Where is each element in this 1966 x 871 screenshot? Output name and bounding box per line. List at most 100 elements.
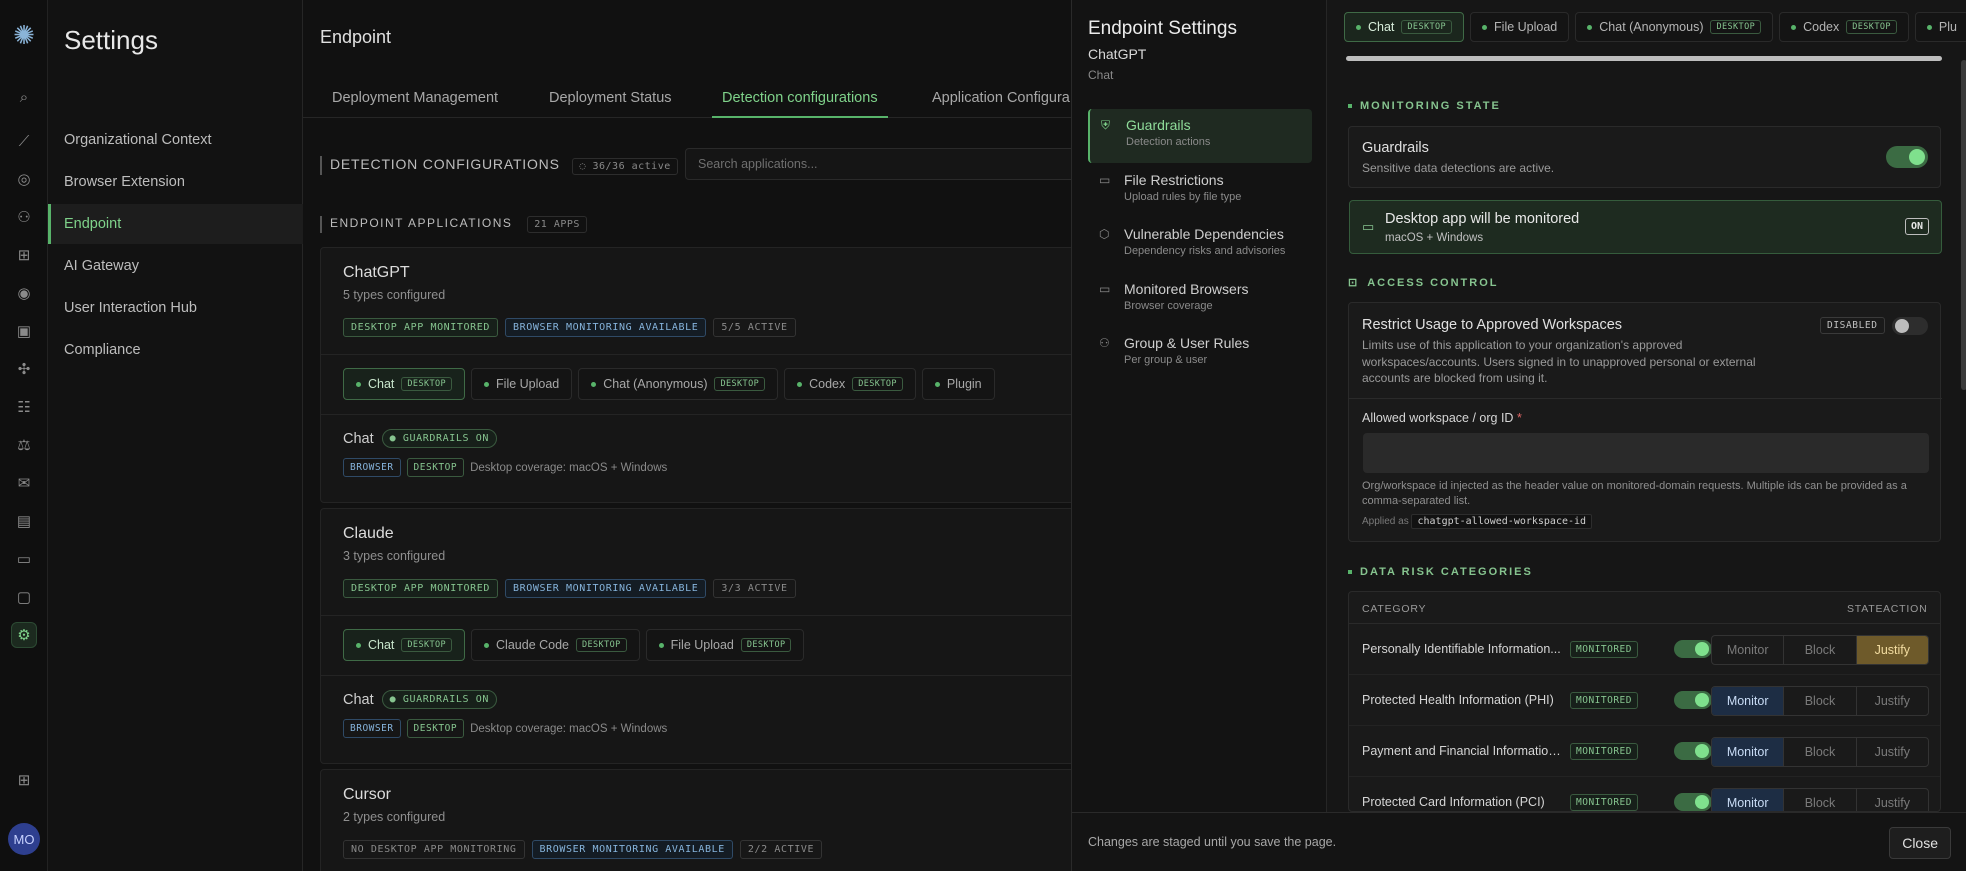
settings-item-user-interaction-hub[interactable]: User Interaction Hub: [48, 288, 303, 328]
tab-detection-configurations[interactable]: Detection configurations: [712, 90, 888, 118]
panel-nav-vulnerable-dependencies[interactable]: ⬡ Vulnerable Dependencies Dependency ris…: [1088, 218, 1312, 272]
detection-count-text: 36/36 active: [592, 161, 671, 172]
vertical-scrollbar[interactable]: [1961, 60, 1966, 390]
access-control-box: Restrict Usage to Approved Workspaces Li…: [1348, 302, 1942, 542]
panel-nav-file-restrictions[interactable]: ▭ File Restrictions Upload rules by file…: [1088, 164, 1312, 218]
header-name-code: chatgpt-allowed-workspace-id: [1411, 514, 1593, 529]
settings-item-compliance[interactable]: Compliance: [48, 330, 303, 370]
guardrails-toggle[interactable]: [1886, 146, 1928, 168]
panel-tab-file-upload[interactable]: File Upload: [1470, 12, 1570, 42]
scan-icon[interactable]: ◎: [11, 166, 37, 192]
action-block[interactable]: Block: [1784, 687, 1857, 715]
access-control-heading: ⊡ ACCESS CONTROL: [1348, 276, 1499, 290]
tab-application-configuration[interactable]: Application Configura: [932, 90, 1070, 106]
table-row: Protected Card Information (PCI) MONITOR…: [1349, 777, 1940, 811]
guardrails-badge: ● GUARDRAILS ON: [381, 690, 497, 709]
action-justify[interactable]: Justify: [1857, 687, 1928, 715]
tab-deployment-status[interactable]: Deployment Status: [549, 90, 672, 106]
type-pill-file-upload[interactable]: File Upload: [471, 368, 573, 400]
panel-tab-codex[interactable]: Codex DESKTOP: [1779, 12, 1909, 42]
tab-label: Chat (Anonymous): [1599, 20, 1704, 34]
app-card-claude[interactable]: Claude 3 types configured DESKTOP APP MO…: [320, 508, 1071, 764]
nav-label: Group & User Rules: [1124, 335, 1250, 351]
user-circle-icon[interactable]: ◉: [11, 280, 37, 306]
action-monitor[interactable]: Monitor: [1712, 687, 1785, 715]
app-name: Cursor: [343, 786, 392, 803]
type-pill-codex[interactable]: Codex DESKTOP: [784, 368, 916, 400]
action-block[interactable]: Block: [1784, 738, 1857, 766]
apps-icon[interactable]: ⊞: [11, 767, 37, 793]
search-input[interactable]: Search applications...: [685, 148, 1071, 180]
close-button[interactable]: Close: [1889, 827, 1951, 859]
coverage-text: Desktop coverage: macOS + Windows: [470, 461, 668, 474]
type-pill-file-upload[interactable]: File Upload DESKTOP: [645, 629, 805, 661]
chart-icon[interactable]: ⟋: [11, 128, 37, 154]
action-block[interactable]: Block: [1784, 789, 1857, 811]
settings-item-browser-extension[interactable]: Browser Extension: [48, 162, 303, 202]
file-icon[interactable]: ▭: [11, 546, 37, 572]
puzzle-icon[interactable]: ✣: [11, 356, 37, 382]
gear-icon[interactable]: ⚙: [11, 622, 37, 648]
action-monitor[interactable]: Monitor: [1712, 738, 1785, 766]
guardrails-badge: ● GUARDRAILS ON: [381, 429, 497, 448]
users-icon[interactable]: ⚇: [11, 204, 37, 230]
row-toggle[interactable]: [1674, 742, 1712, 760]
desktop-small-tag: DESKTOP: [406, 458, 465, 477]
panel-footer: Changes are staged until you save the pa…: [1072, 812, 1966, 871]
grid-icon[interactable]: ⊞: [11, 242, 37, 268]
type-pill-chat[interactable]: Chat DESKTOP: [343, 629, 466, 661]
settings-item-organizational-context[interactable]: Organizational Context: [48, 120, 303, 160]
tab-deployment-management[interactable]: Deployment Management: [332, 90, 498, 106]
coverage-row: BROWSER DESKTOP Desktop coverage: macOS …: [343, 458, 667, 477]
browser-tag: BROWSER MONITORING AVAILABLE: [505, 579, 707, 598]
row-state-badge: MONITORED: [1570, 641, 1638, 658]
action-justify[interactable]: Justify: [1857, 789, 1928, 811]
panel-nav-monitored-browsers[interactable]: ▭ Monitored Browsers Browser coverage: [1088, 273, 1312, 327]
row-toggle[interactable]: [1674, 793, 1712, 811]
search-icon[interactable]: ⌕: [11, 84, 37, 110]
action-justify[interactable]: Justify: [1856, 636, 1928, 664]
tab-label: Chat: [1368, 20, 1395, 34]
action-segmented: Monitor Block Justify: [1711, 686, 1929, 716]
ai-icon[interactable]: ▣: [11, 318, 37, 344]
app-tags: NO DESKTOP APP MONITORING BROWSER MONITO…: [343, 840, 823, 859]
action-monitor[interactable]: Monitor: [1712, 636, 1785, 664]
app-card-chatgpt[interactable]: ChatGPT 5 types configured DESKTOP APP M…: [320, 247, 1071, 503]
type-pill-chat[interactable]: Chat DESKTOP: [343, 368, 466, 400]
panel-tab-chat-anonymous[interactable]: Chat (Anonymous) DESKTOP: [1575, 12, 1774, 42]
action-monitor[interactable]: Monitor: [1712, 789, 1785, 811]
panel-nav-group-user-rules[interactable]: ⚇ Group & User Rules Per group & user: [1088, 327, 1312, 381]
mail-icon[interactable]: ✉: [11, 470, 37, 496]
settings-item-endpoint[interactable]: Endpoint: [48, 204, 303, 244]
team-icon[interactable]: ☷: [11, 394, 37, 420]
desktop-title: Desktop app will be monitored: [1385, 211, 1580, 227]
app-card-cursor[interactable]: Cursor 2 types configured NO DESKTOP APP…: [320, 769, 1071, 871]
panel-tab-plugin[interactable]: Plu: [1914, 12, 1966, 42]
workspace-id-input[interactable]: [1363, 433, 1929, 473]
panel-nav-guardrails[interactable]: ⛨ Guardrails Detection actions: [1088, 109, 1312, 163]
action-justify[interactable]: Justify: [1857, 738, 1928, 766]
scale-icon[interactable]: ⚖: [11, 432, 37, 458]
settings-item-ai-gateway[interactable]: AI Gateway: [48, 246, 303, 286]
restrict-toggle[interactable]: [1892, 317, 1928, 335]
type-pill-plugin[interactable]: Plugin: [921, 368, 995, 400]
logo-icon[interactable]: ✺: [7, 18, 41, 52]
avatar[interactable]: MO: [8, 823, 40, 855]
panel-tab-chat[interactable]: Chat DESKTOP: [1344, 12, 1465, 42]
report-icon[interactable]: ▤: [11, 508, 37, 534]
heading-text: MONITORING STATE: [1360, 100, 1501, 112]
pill-badge: DESKTOP: [852, 377, 903, 391]
desktop-tag: NO DESKTOP APP MONITORING: [343, 840, 525, 859]
row-category: Protected Card Information (PCI): [1362, 795, 1545, 809]
table-header: CATEGORY STATE ACTION: [1349, 592, 1940, 624]
workspace-field-label: Allowed workspace / org ID *: [1362, 411, 1522, 425]
row-toggle[interactable]: [1674, 691, 1712, 709]
action-block[interactable]: Block: [1784, 636, 1857, 664]
type-pill-chat-anonymous[interactable]: Chat (Anonymous) DESKTOP: [578, 368, 779, 400]
nav-desc: Upload rules by file type: [1124, 191, 1242, 203]
type-pill-claude-code[interactable]: Claude Code DESKTOP: [471, 629, 640, 661]
active-tag: 5/5 ACTIVE: [713, 318, 796, 337]
row-toggle[interactable]: [1674, 640, 1712, 658]
frame-icon[interactable]: ▢: [11, 584, 37, 610]
horizontal-scrollbar[interactable]: [1346, 56, 1942, 61]
